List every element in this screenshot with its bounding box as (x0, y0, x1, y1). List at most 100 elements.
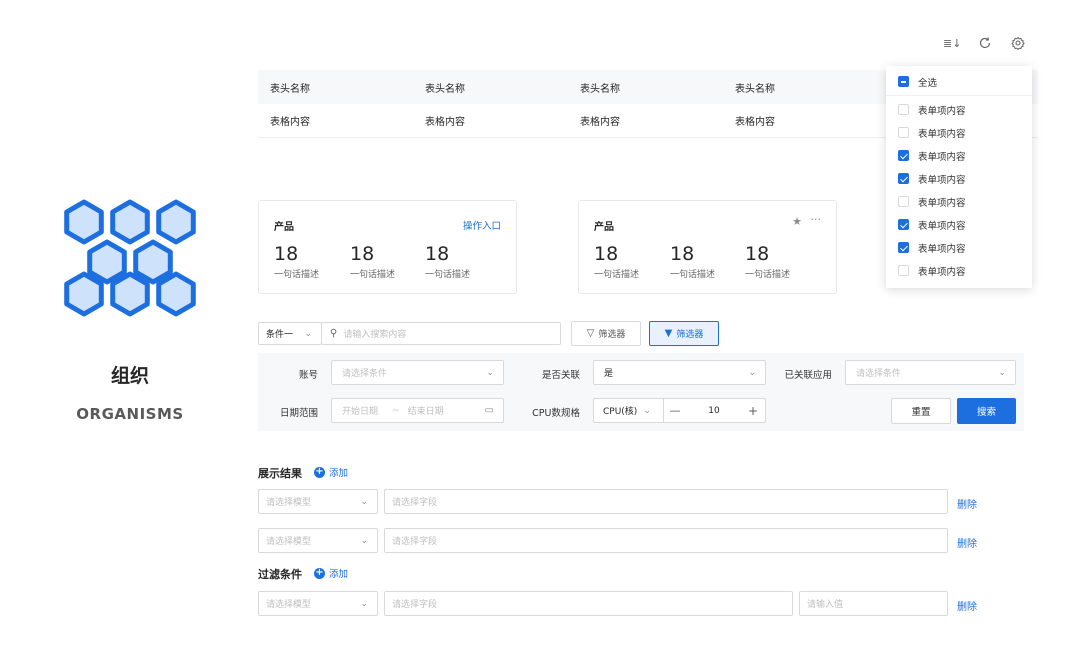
card-action-link[interactable]: 操作入口 (463, 218, 501, 232)
cpu-label: CPU数规格 (532, 408, 580, 419)
date-range-picker[interactable]: 开始日期 ~ 结束日期 ▭ (331, 398, 504, 423)
column-option-label: 表单项内容 (918, 220, 966, 232)
end-date-placeholder[interactable]: 结束日期 (408, 404, 444, 417)
decrement-button[interactable]: — (664, 404, 686, 417)
column-option[interactable]: 表单项内容 (886, 98, 1032, 121)
card-title: 产品 (594, 222, 614, 233)
checked-checkbox-icon[interactable] (898, 242, 909, 253)
stat-desc: 一句话描述 (745, 270, 791, 280)
conditions-title: 过滤条件 (258, 568, 302, 581)
select-all-label: 全选 (918, 77, 938, 89)
stat-value: 18 (425, 243, 450, 265)
add-condition-button[interactable]: + 添加 (314, 566, 348, 580)
chevron-down-icon: ⌄ (486, 367, 494, 378)
star-icon[interactable]: ★ (792, 215, 802, 228)
account-select[interactable]: 请选择条件 ⌄ (331, 360, 504, 385)
column-option[interactable]: 表单项内容 (886, 190, 1032, 213)
search-input[interactable]: ⚲ 请输入搜索内容 (321, 322, 561, 345)
field-select[interactable]: 请选择字段 (384, 528, 948, 553)
column-option[interactable]: 表单项内容 (886, 121, 1032, 144)
column-option-label: 表单项内容 (918, 128, 966, 140)
column-header[interactable]: 表头名称 (568, 80, 723, 95)
value-placeholder: 请输入值 (807, 600, 844, 610)
hexagon-shape (110, 271, 150, 317)
filter-button-label: 筛选器 (676, 330, 704, 340)
field-select[interactable]: 请选择字段 (384, 591, 793, 616)
column-option-label: 表单项内容 (918, 105, 966, 117)
search-icon: ⚲ (330, 328, 338, 339)
stat-item: 18 一句话描述 (350, 243, 395, 280)
unchecked-checkbox-icon[interactable] (898, 196, 909, 207)
settings-icon[interactable] (1010, 36, 1026, 54)
column-option[interactable]: 表单项内容 (886, 167, 1032, 190)
related-label: 是否关联 (541, 370, 580, 381)
start-date-placeholder[interactable]: 开始日期 (342, 404, 378, 417)
model-select[interactable]: 请选择模型 ⌄ (258, 591, 378, 616)
reset-button[interactable]: 重置 (891, 398, 951, 424)
column-header[interactable]: 表头名称 (723, 80, 878, 95)
stat-card-1: 产品 操作入口 18 一句话描述 18 一句话描述 18 一句话描述 (258, 200, 517, 294)
column-option[interactable]: 表单项内容 (886, 144, 1032, 167)
stat-item: 18 一句话描述 (745, 243, 790, 280)
delete-link[interactable]: 删除 (957, 535, 977, 550)
column-option[interactable]: 表单项内容 (886, 213, 1032, 236)
stat-desc: 一句话描述 (274, 270, 320, 280)
account-placeholder: 请选择条件 (342, 369, 388, 379)
add-result-button[interactable]: + 添加 (314, 465, 348, 479)
more-icon[interactable]: ··· (811, 213, 822, 226)
value-input[interactable]: 请输入值 (799, 591, 948, 616)
model-placeholder: 请选择模型 (266, 600, 312, 610)
field-select[interactable]: 请选择字段 (384, 489, 948, 514)
filter-outline-icon: ▽ (586, 328, 595, 339)
search-button[interactable]: 搜索 (957, 398, 1016, 424)
delete-link[interactable]: 删除 (957, 598, 977, 613)
column-settings-icon[interactable]: ≣↓ (943, 36, 961, 52)
cpu-value-input[interactable]: 10 (686, 406, 742, 416)
indeterminate-checkbox-icon[interactable] (898, 76, 909, 87)
checked-checkbox-icon[interactable] (898, 219, 909, 230)
column-option[interactable]: 表单项内容 (886, 236, 1032, 259)
date-separator: ~ (392, 405, 400, 416)
column-option[interactable]: 表单项内容 (886, 259, 1032, 282)
column-header[interactable]: 表头名称 (413, 80, 568, 95)
hexagon-shape (87, 239, 127, 285)
filter-button-active[interactable]: ▼ 筛选器 (649, 321, 719, 346)
model-placeholder: 请选择模型 (266, 498, 312, 508)
chevron-down-icon: ⌄ (748, 367, 756, 378)
unchecked-checkbox-icon[interactable] (898, 265, 909, 276)
increment-button[interactable]: + (742, 404, 764, 418)
select-all-checkbox[interactable]: 全选 (886, 70, 1032, 93)
filter-button[interactable]: ▽ 筛选器 (571, 321, 641, 346)
hexagon-shape (64, 271, 104, 317)
delete-link[interactable]: 删除 (957, 496, 977, 511)
related-select[interactable]: 是 ⌄ (593, 360, 766, 385)
model-placeholder: 请选择模型 (266, 537, 312, 547)
refresh-icon[interactable] (977, 36, 993, 54)
unchecked-checkbox-icon[interactable] (898, 104, 909, 115)
hexagon-shape (156, 199, 196, 245)
chevron-down-icon: ⌄ (360, 598, 368, 609)
account-label: 账号 (298, 370, 318, 381)
divider (886, 95, 1032, 96)
plus-circle-icon: + (314, 566, 325, 579)
model-select[interactable]: 请选择模型 ⌄ (258, 528, 378, 553)
model-select[interactable]: 请选择模型 ⌄ (258, 489, 378, 514)
checked-checkbox-icon[interactable] (898, 173, 909, 184)
search-placeholder: 请输入搜索内容 (343, 330, 407, 340)
hexagon-shape (156, 271, 196, 317)
app-label: 已关联应用 (784, 370, 832, 381)
card-title: 产品 (274, 222, 294, 233)
checked-checkbox-icon[interactable] (898, 150, 909, 161)
condition-select[interactable]: 条件一 ⌄ (258, 322, 322, 345)
logo-subtitle: ORGANISMS (76, 405, 184, 423)
stat-desc: 一句话描述 (594, 270, 640, 280)
app-select[interactable]: 请选择条件 ⌄ (845, 360, 1016, 385)
related-value: 是 (604, 369, 614, 379)
add-label: 添加 (329, 569, 349, 580)
unchecked-checkbox-icon[interactable] (898, 127, 909, 138)
cpu-unit-select[interactable]: CPU(核) ⌄ (594, 399, 664, 422)
column-option-label: 表单项内容 (918, 174, 966, 186)
chevron-down-icon: ⌄ (360, 535, 368, 546)
hexagon-shape (64, 199, 104, 245)
column-header[interactable]: 表头名称 (258, 80, 413, 95)
